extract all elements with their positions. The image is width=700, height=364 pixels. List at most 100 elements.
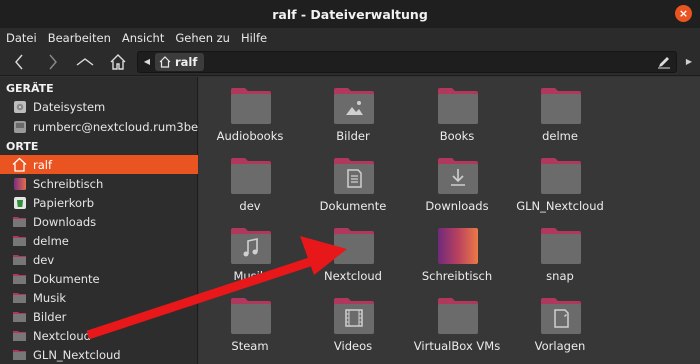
up-button[interactable] — [72, 51, 98, 73]
desktop-icon — [12, 176, 27, 191]
sidebar-item-downloads[interactable]: Downloads — [0, 212, 198, 231]
file-item-snap[interactable]: snap — [510, 217, 610, 285]
folder-icon — [12, 252, 27, 267]
file-item-vorlagen[interactable]: Vorlagen — [510, 287, 610, 355]
file-grid: Audiobooks Bilder Books delme dev Dokume… — [199, 77, 700, 364]
file-item-label: Nextcloud — [324, 269, 382, 283]
file-item-label: Musik — [233, 269, 267, 283]
path-scroll-right-icon[interactable]: ▶ — [682, 51, 696, 73]
file-item-label: dev — [239, 199, 261, 213]
file-item-label: GLN_Nextcloud — [516, 199, 604, 213]
folder-icon — [12, 233, 27, 248]
documents-folder-icon — [334, 158, 374, 194]
menu-datei[interactable]: Datei — [6, 31, 37, 45]
sidebar-header-devices: GERÄTE — [6, 82, 54, 95]
sidebar-header-places: ORTE — [6, 140, 39, 153]
file-item-label: Schreibtisch — [421, 269, 493, 283]
desktop-folder-icon — [438, 228, 478, 264]
folder-icon — [334, 228, 374, 264]
file-item-audiobooks[interactable]: Audiobooks — [200, 77, 300, 145]
edit-location-button[interactable] — [656, 54, 672, 70]
sidebar-item-bilder[interactable]: Bilder — [0, 307, 198, 326]
close-button[interactable]: × — [675, 5, 692, 22]
file-item-schreibtisch[interactable]: Schreibtisch — [407, 217, 507, 285]
sidebar-item-dokumente[interactable]: Dokumente — [0, 269, 198, 288]
file-item-label: delme — [542, 129, 578, 143]
sidebar-item-label: Papierkorb — [33, 195, 95, 210]
file-item-virtualbox-vms[interactable]: VirtualBox VMs — [407, 287, 507, 355]
folder-icon — [12, 328, 27, 343]
sidebar-item-label: Downloads — [33, 214, 97, 229]
file-item-nextcloud[interactable]: Nextcloud — [303, 217, 403, 285]
file-item-musik[interactable]: Musik — [200, 217, 300, 285]
path-scroll-left-icon[interactable]: ◀ — [140, 54, 154, 70]
sidebar-item-nextcloud-remote[interactable]: rumberc@nextcloud.rum3ber.ch — [0, 117, 219, 136]
title-bar[interactable]: ralf - Dateiverwaltung × — [0, 0, 700, 28]
sidebar-item-delme[interactable]: delme — [0, 231, 198, 250]
location-bar[interactable]: ◀ ralf — [137, 51, 677, 73]
menu-bar: Datei Bearbeiten Ansicht Gehen zu Hilfe — [0, 28, 700, 48]
sidebar-item-nextcloud[interactable]: Nextcloud — [0, 326, 198, 345]
folder-icon — [231, 298, 271, 334]
menu-gehen-zu[interactable]: Gehen zu — [175, 31, 230, 45]
sidebar-item-label: Schreibtisch — [33, 176, 104, 191]
home-icon — [110, 54, 126, 70]
file-item-delme[interactable]: delme — [510, 77, 610, 145]
file-item-label: Books — [439, 129, 475, 143]
menu-hilfe[interactable]: Hilfe — [241, 31, 267, 45]
network-drive-icon — [12, 119, 27, 134]
file-item-steam[interactable]: Steam — [200, 287, 300, 355]
folder-icon — [438, 88, 478, 124]
sidebar-item-label: ralf — [33, 157, 53, 172]
sidebar-item-gln-nextcloud[interactable]: GLN_Nextcloud — [0, 345, 198, 364]
file-item-label: Vorlagen — [534, 339, 586, 353]
home-button[interactable] — [105, 51, 131, 73]
file-item-label: Steam — [231, 339, 269, 353]
folder-icon — [12, 347, 27, 362]
videos-folder-icon — [334, 298, 374, 334]
file-item-label: Bilder — [336, 129, 370, 143]
back-button[interactable] — [6, 51, 32, 73]
home-icon — [12, 157, 27, 172]
sidebar-item-label: GLN_Nextcloud — [33, 347, 121, 362]
file-item-books[interactable]: Books — [407, 77, 507, 145]
file-item-label: snap — [546, 269, 574, 283]
chevron-left-icon — [15, 54, 23, 70]
folder-icon — [12, 271, 27, 286]
file-item-label: Downloads — [425, 199, 489, 213]
file-item-downloads[interactable]: Downloads — [407, 147, 507, 215]
music-folder-icon — [231, 228, 271, 264]
sidebar: GERÄTE Dateisystem rumberc@nextcloud.rum… — [0, 77, 219, 364]
chevron-up-icon — [76, 58, 94, 66]
folder-icon — [12, 214, 27, 229]
file-item-videos[interactable]: Videos — [303, 287, 403, 355]
pencil-icon — [658, 57, 670, 69]
sidebar-item-musik[interactable]: Musik — [0, 288, 198, 307]
folder-icon — [12, 290, 27, 305]
sidebar-item-label: Musik — [33, 290, 67, 305]
drive-icon — [12, 99, 27, 114]
window-title: ralf - Dateiverwaltung — [272, 6, 428, 22]
sidebar-item-papierkorb[interactable]: Papierkorb — [0, 193, 198, 212]
pictures-folder-icon — [334, 88, 374, 124]
chevron-right-icon — [49, 54, 57, 70]
home-icon — [159, 56, 171, 68]
folder-icon — [541, 158, 581, 194]
sidebar-item-dateisystem[interactable]: Dateisystem — [0, 97, 198, 116]
menu-bearbeiten[interactable]: Bearbeiten — [48, 31, 111, 45]
sidebar-item-dev[interactable]: dev — [0, 250, 198, 269]
file-item-dev[interactable]: dev — [200, 147, 300, 215]
file-item-gln-nextcloud[interactable]: GLN_Nextcloud — [510, 147, 610, 215]
downloads-folder-icon — [438, 158, 478, 194]
forward-button[interactable] — [40, 51, 66, 73]
folder-icon — [231, 88, 271, 124]
file-manager-window: ralf - Dateiverwaltung × Datei Bearbeite… — [0, 0, 700, 364]
file-item-bilder[interactable]: Bilder — [303, 77, 403, 145]
file-item-dokumente[interactable]: Dokumente — [303, 147, 403, 215]
sidebar-item-ralf[interactable]: ralf — [0, 155, 198, 174]
sidebar-item-schreibtisch[interactable]: Schreibtisch — [0, 174, 198, 193]
menu-ansicht[interactable]: Ansicht — [122, 31, 164, 45]
templates-folder-icon — [541, 298, 581, 334]
breadcrumb-ralf[interactable]: ralf — [155, 53, 205, 71]
sidebar-item-label: delme — [33, 233, 69, 248]
